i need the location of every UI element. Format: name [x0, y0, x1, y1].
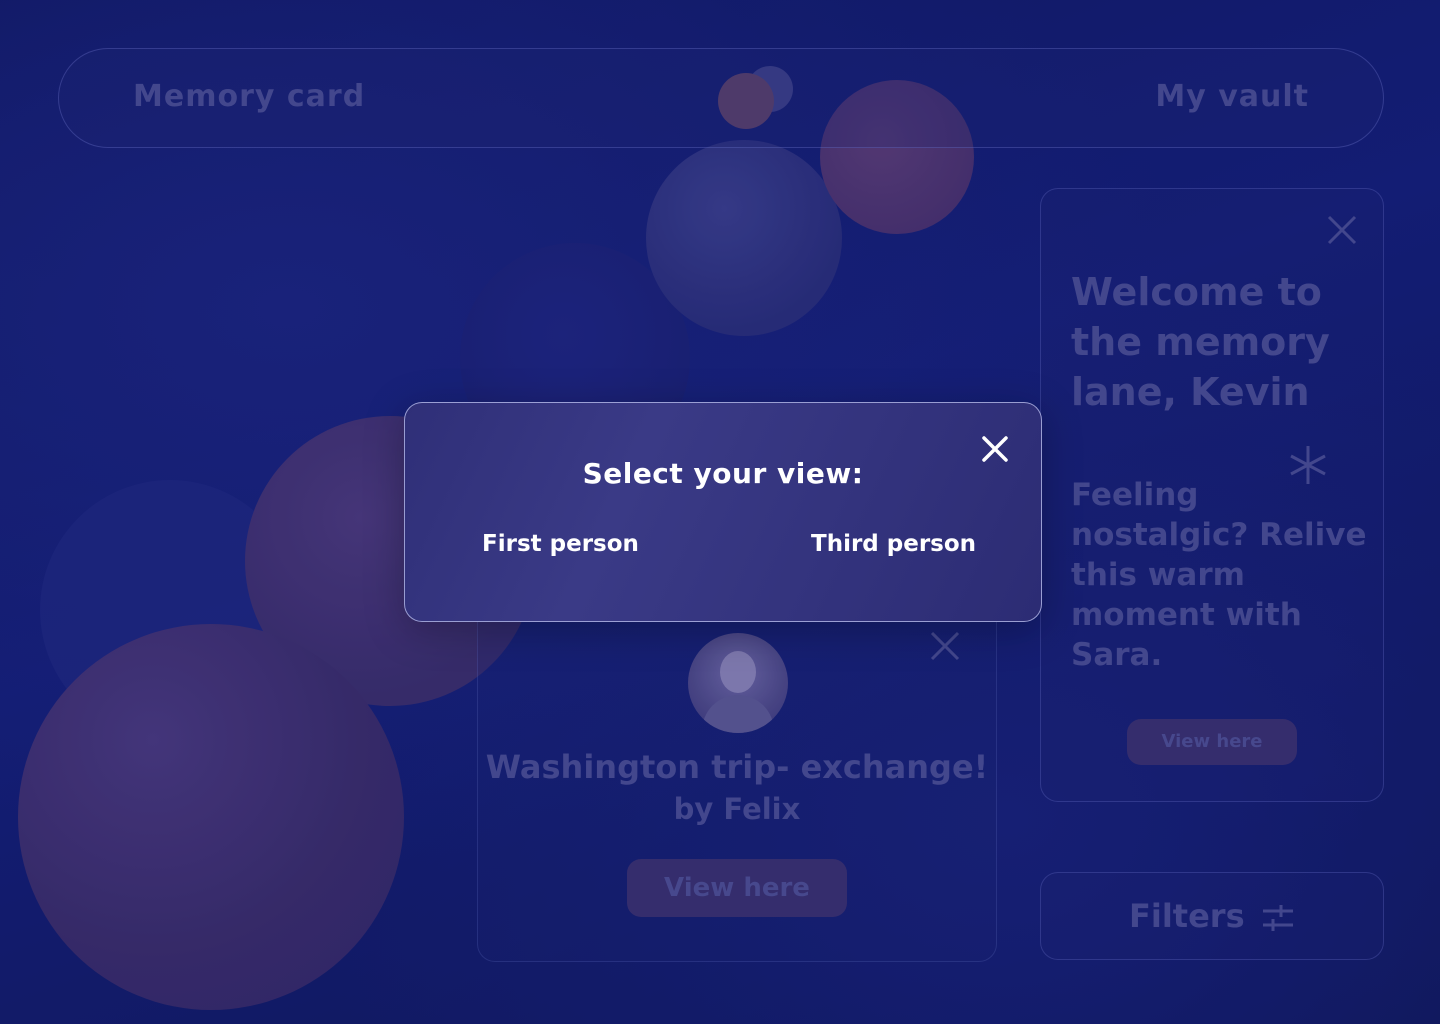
select-view-dialog: Select your view: First person Third per… [404, 402, 1042, 622]
first-person-option[interactable]: First person [482, 531, 639, 557]
third-person-option[interactable]: Third person [811, 531, 976, 557]
dialog-title: Select your view: [582, 457, 864, 490]
